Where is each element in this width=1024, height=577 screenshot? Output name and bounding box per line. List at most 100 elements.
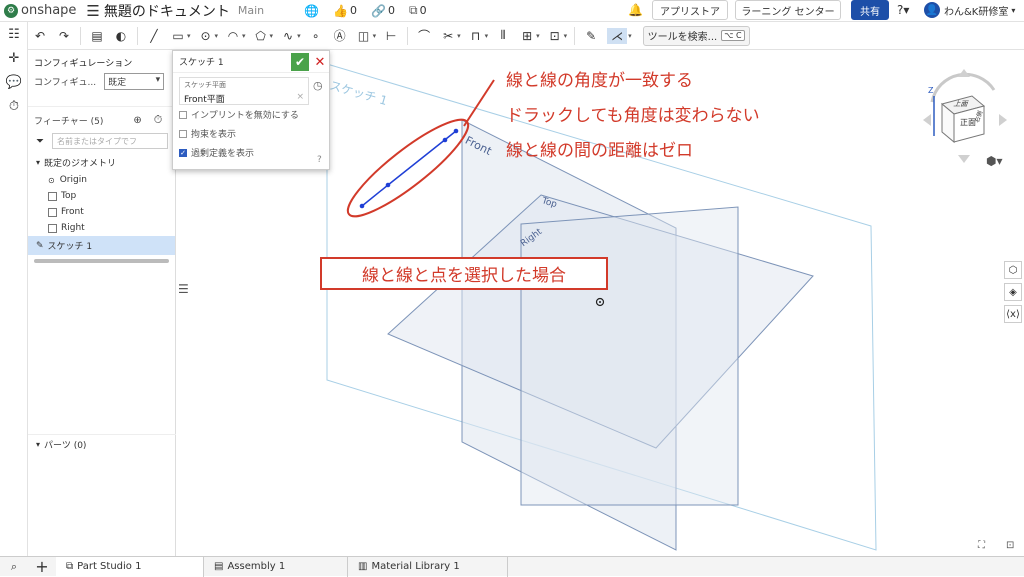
tree-item-origin[interactable]: ⊙ Origin: [28, 172, 175, 188]
zoom-icon[interactable]: ⛶: [978, 540, 985, 551]
point-tool-icon[interactable]: ∘: [308, 28, 324, 44]
configuration-select[interactable]: 既定 ▾: [104, 73, 165, 90]
rollback-timer-icon[interactable]: ⏱: [154, 113, 163, 127]
line-endpoint[interactable]: [359, 203, 365, 209]
fit-icon[interactable]: ⊡: [1006, 540, 1014, 551]
like-icon[interactable]: 👍: [333, 4, 348, 18]
show-overdefined-option[interactable]: ✓ 過剰定義を表示: [173, 143, 329, 162]
cancel-button[interactable]: ✕: [313, 53, 327, 71]
notification-bell-icon[interactable]: 🔔: [628, 3, 643, 17]
clear-icon[interactable]: ×: [296, 92, 304, 105]
sketch-plane-field[interactable]: スケッチ平面 Front平面 ×: [179, 77, 309, 105]
cube-view-icon[interactable]: ⬡: [1004, 261, 1022, 279]
share-button[interactable]: 共有: [851, 0, 889, 20]
chevron-down-icon[interactable]: ▾: [628, 32, 632, 40]
circle-tool-icon[interactable]: ⊙: [198, 28, 214, 44]
chevron-down-icon[interactable]: ▾: [187, 32, 191, 40]
list-toggle-icon[interactable]: ☰: [178, 282, 189, 296]
chevron-down-icon[interactable]: ▾: [215, 32, 219, 40]
view-arrow-right-icon[interactable]: [999, 114, 1007, 126]
tab-part-studio[interactable]: ⧉ Part Studio 1: [56, 556, 204, 577]
chevron-down-icon[interactable]: ▾: [270, 32, 274, 40]
tree-item-sketch[interactable]: ✎ スケッチ 1: [28, 236, 175, 255]
parts-group[interactable]: ▾ パーツ (0): [28, 434, 176, 454]
comment-icon[interactable]: 💬: [0, 70, 28, 94]
link-icon[interactable]: 🔗: [371, 4, 386, 18]
tab-assembly[interactable]: ▤ Assembly 1: [204, 556, 348, 577]
view-arrow-down-icon[interactable]: [958, 155, 970, 163]
layout-icon[interactable]: ◐: [113, 28, 129, 44]
fillet-icon[interactable]: ⌒: [416, 28, 432, 44]
chevron-down-icon[interactable]: ▾: [373, 32, 377, 40]
add-feature-icon[interactable]: ⊕: [133, 115, 141, 126]
rectangle-tool-icon[interactable]: ▭: [170, 28, 186, 44]
spline-tool-icon[interactable]: ∿: [280, 28, 296, 44]
chevron-down-icon[interactable]: ▾: [297, 32, 301, 40]
sketch-line-1[interactable]: [361, 184, 389, 207]
tree-item-right[interactable]: Right: [28, 220, 175, 236]
chevron-down-icon[interactable]: ▾: [242, 32, 246, 40]
user-menu[interactable]: 👤 わん&K研修室 ▾: [924, 2, 1015, 18]
pattern-icon[interactable]: ⊞: [519, 28, 535, 44]
appearance-icon[interactable]: ◈: [1004, 283, 1022, 301]
line-endpoint[interactable]: [453, 128, 459, 134]
document-title[interactable]: 無題のドキュメント: [104, 1, 230, 21]
pen-icon[interactable]: ✎: [583, 28, 599, 44]
checkbox[interactable]: [179, 110, 187, 119]
text-tool-icon[interactable]: Ⓐ: [332, 28, 348, 44]
arc-tool-icon[interactable]: ◠: [225, 28, 241, 44]
offset-icon[interactable]: ⊓: [468, 28, 484, 44]
view-cube[interactable]: [920, 66, 1010, 166]
variables-icon[interactable]: ✛: [0, 46, 28, 70]
copy-icon[interactable]: ⧉: [409, 3, 418, 18]
line-endpoint[interactable]: [442, 137, 448, 143]
disable-imprint-option[interactable]: インプリントを無効にする: [173, 105, 329, 124]
checkbox-checked[interactable]: ✓: [179, 148, 187, 157]
line-tool-icon[interactable]: ╱: [146, 28, 162, 44]
tab-material-library[interactable]: ▥ Material Library 1: [348, 556, 508, 577]
construction-icon[interactable]: ◫: [356, 28, 372, 44]
tool-search-button[interactable]: ツールを検索... ⌥ C: [642, 25, 750, 46]
tree-item-front[interactable]: Front: [28, 204, 175, 220]
globe-icon[interactable]: 🌐: [304, 4, 319, 18]
show-constraints-option[interactable]: 拘束を表示: [173, 124, 329, 143]
search-tabs-icon[interactable]: ⌕: [0, 560, 28, 574]
history-clock-icon[interactable]: ◷: [313, 79, 323, 92]
feature-filter-input[interactable]: 名前またはタイプでフ: [52, 133, 168, 149]
checkbox[interactable]: [179, 129, 187, 138]
learning-center-button[interactable]: ラーニング センター: [735, 0, 841, 20]
mirror-icon[interactable]: ⫴: [495, 28, 511, 44]
sketch-tool-icon[interactable]: ▤: [89, 28, 105, 44]
onshape-logo[interactable]: ⚙ onshape: [4, 3, 76, 18]
chevron-down-icon[interactable]: ▾: [564, 32, 568, 40]
chevron-down-icon[interactable]: ▾: [536, 32, 540, 40]
branch-name[interactable]: Main: [238, 4, 264, 17]
add-tab-icon[interactable]: +: [28, 557, 56, 576]
tree-item-top[interactable]: Top: [28, 188, 175, 204]
history-icon[interactable]: ⏱: [0, 94, 28, 118]
orbit-arc[interactable]: [930, 72, 996, 103]
dimension-icon[interactable]: ⊢: [383, 28, 399, 44]
menu-icon[interactable]: ☰: [86, 2, 99, 20]
help-icon[interactable]: ?▾: [897, 3, 909, 17]
coincident-constraint-icon[interactable]: ⋌: [607, 27, 628, 44]
chevron-down-icon[interactable]: ▾: [485, 32, 489, 40]
measure-icon[interactable]: ⟨x⟩: [1004, 305, 1022, 323]
display-mode-icon[interactable]: ⬢▾: [986, 154, 1003, 168]
default-geometry-group[interactable]: ▾ 既定のジオメトリ: [28, 153, 175, 172]
feature-list-icon[interactable]: ☷: [0, 22, 28, 46]
polygon-tool-icon[interactable]: ⬠: [253, 28, 269, 44]
horizontal-scrollbar[interactable]: [34, 259, 169, 263]
trim-icon[interactable]: ✂: [440, 28, 456, 44]
accept-button[interactable]: ✔: [291, 53, 309, 71]
filter-icon[interactable]: ⏷: [36, 136, 44, 147]
undo-icon[interactable]: ↶: [32, 28, 48, 44]
redo-icon[interactable]: ↷: [56, 28, 72, 44]
view-arrow-left-icon[interactable]: [923, 114, 931, 126]
help-circle-icon[interactable]: ?: [317, 155, 322, 165]
line-endpoint[interactable]: [385, 182, 391, 188]
app-store-button[interactable]: アプリストア: [652, 0, 728, 20]
right-plane[interactable]: [520, 206, 739, 506]
chevron-down-icon[interactable]: ▾: [457, 32, 461, 40]
transform-icon[interactable]: ⊡: [547, 28, 563, 44]
